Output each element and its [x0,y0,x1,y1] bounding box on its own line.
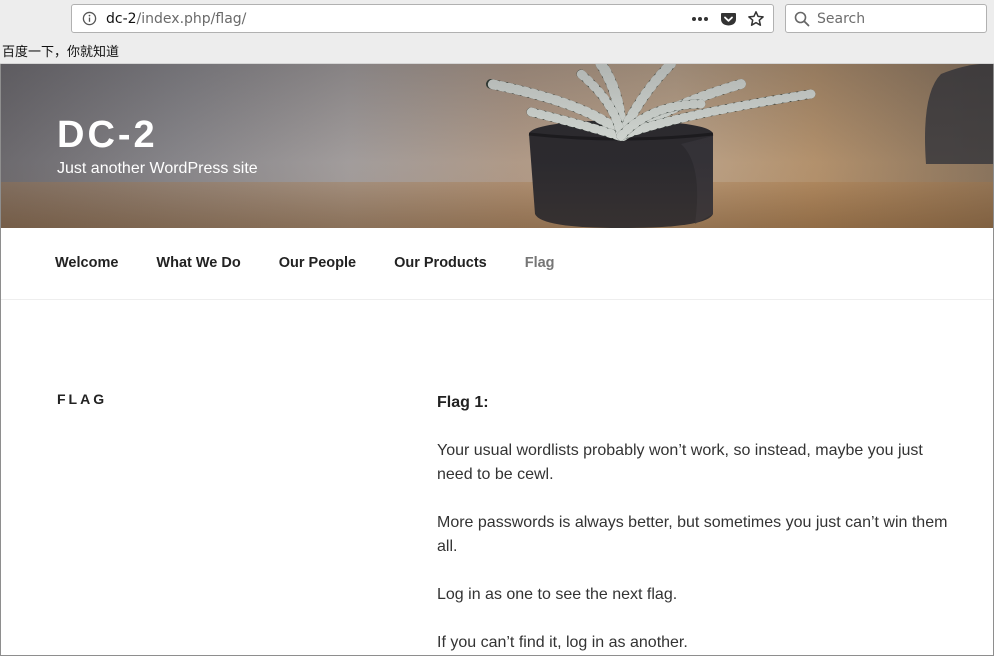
entry-paragraph: Log in as one to see the next flag. [437,586,678,603]
info-icon[interactable] [81,11,97,27]
nav-item-what-we-do[interactable]: What We Do [156,255,240,271]
site-description: Just another WordPress site [57,160,258,177]
entry-paragraph: Your usual wordlists probably won’t work… [437,442,923,483]
nav-item-our-products[interactable]: Our Products [394,255,487,271]
url-text[interactable]: dc-2/index.php/flag/ [106,11,246,27]
url-actions [691,10,765,28]
bookmark-star-icon[interactable] [747,10,765,28]
entry-paragraph: More passwords is always better, but som… [437,514,948,555]
flag-heading: Flag 1: [437,394,489,411]
pocket-icon[interactable] [719,10,737,28]
page-title: FLAG [57,391,108,407]
nav-menu: Welcome What We Do Our People Our Produc… [55,255,593,271]
web-page: DC-2 Just another WordPress site Welcome… [0,64,994,656]
browser-toolbar: dc-2/index.php/flag/ [0,0,994,38]
search-bar[interactable] [785,4,987,33]
site-title[interactable]: DC-2 [57,114,158,157]
header-image: DC-2 Just another WordPress site [1,64,993,228]
entry-content: Flag 1: Your usual wordlists probably wo… [437,391,957,655]
bookmarks-toolbar: 百度一下，你就知道 [0,38,994,64]
nav-item-welcome[interactable]: Welcome [55,255,118,271]
url-bar[interactable]: dc-2/index.php/flag/ [71,4,774,33]
nav-item-flag[interactable]: Flag [525,255,555,271]
main-navigation: Welcome What We Do Our People Our Produc… [1,228,993,300]
url-path: /index.php/flag/ [136,10,247,27]
nav-item-our-people[interactable]: Our People [279,255,356,271]
bookmark-baidu[interactable]: 百度一下，你就知道 [2,41,119,60]
search-icon [793,10,811,28]
more-icon[interactable] [691,10,709,28]
url-host: dc-2 [106,10,137,27]
search-input[interactable] [817,10,977,27]
entry-paragraph: If you can’t find it, log in as another. [437,634,688,651]
